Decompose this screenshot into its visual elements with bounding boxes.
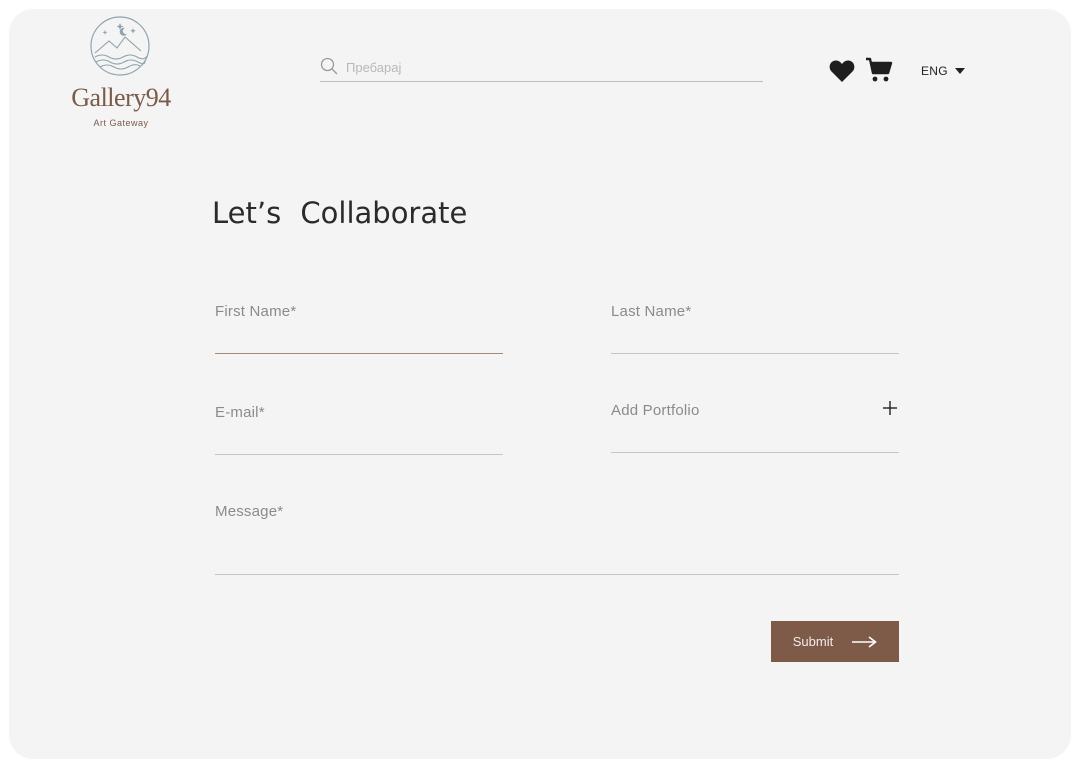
first-name-input[interactable]	[215, 325, 503, 351]
arrow-right-icon	[852, 635, 878, 648]
logo[interactable]: Gallery94 Art Gateway	[61, 13, 181, 133]
portfolio-label: Add Portfolio	[611, 402, 700, 419]
heart-icon[interactable]	[829, 59, 855, 83]
message-input[interactable]	[215, 533, 899, 569]
cart-icon[interactable]	[865, 57, 893, 83]
last-name-label: Last Name*	[611, 303, 692, 320]
email-input[interactable]	[215, 426, 503, 452]
email-field: E-mail*	[215, 404, 503, 455]
last-name-field: Last Name*	[611, 303, 899, 354]
brand-tagline: Art Gateway	[93, 118, 149, 128]
search-bar	[320, 55, 763, 82]
logo-emblem-icon	[90, 16, 150, 76]
search-icon[interactable]	[320, 57, 338, 75]
page-container: Gallery94 Art Gateway ENG Let’s Collabor…	[9, 9, 1071, 759]
language-selector[interactable]: ENG	[921, 62, 965, 80]
submit-label: Submit	[792, 634, 834, 649]
last-name-input[interactable]	[611, 325, 899, 351]
submit-button[interactable]: Submit	[771, 621, 899, 662]
email-label: E-mail*	[215, 404, 265, 421]
plus-icon[interactable]	[881, 399, 899, 417]
message-label: Message*	[215, 503, 284, 520]
brand-name: Gallery94	[71, 83, 171, 112]
first-name-label: First Name*	[215, 303, 297, 320]
portfolio-field[interactable]: Add Portfolio	[611, 399, 899, 453]
caret-down-icon	[954, 68, 965, 74]
message-field: Message*	[215, 503, 899, 575]
first-name-field: First Name*	[215, 303, 503, 354]
search-input[interactable]	[346, 57, 756, 77]
language-label: ENG	[921, 64, 948, 78]
page-title: Let’s Collaborate	[212, 196, 468, 230]
